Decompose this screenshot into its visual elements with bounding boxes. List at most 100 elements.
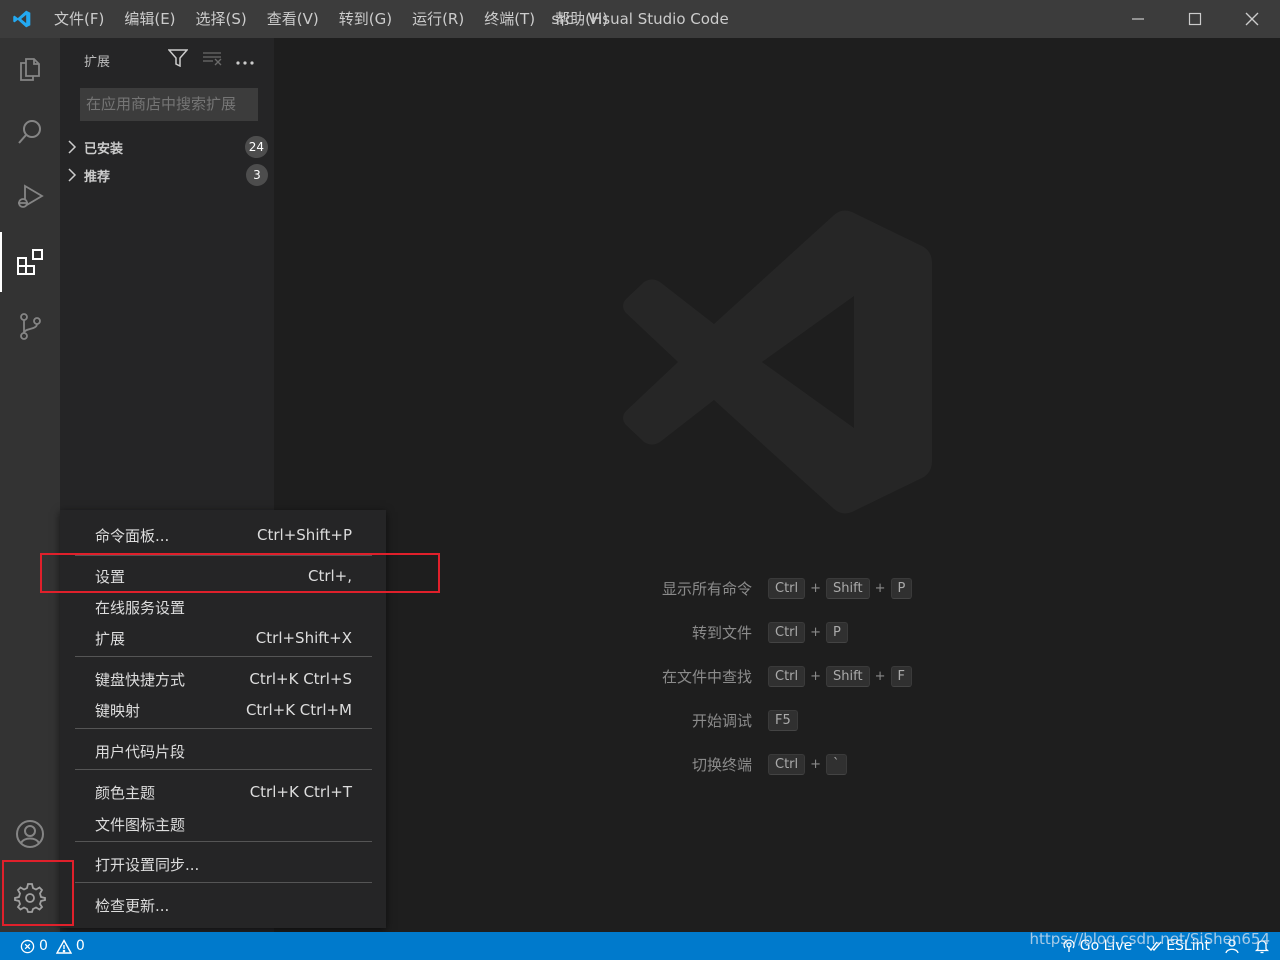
key-cap: Ctrl [768,665,806,687]
go-live-button[interactable]: Go Live [1062,938,1132,954]
gear-highlight-box [2,860,74,926]
menu-run[interactable]: 运行(R) [402,0,474,38]
menu-item-color-theme[interactable]: 颜色主题 Ctrl+K Ctrl+T [60,777,386,807]
eslint-button[interactable]: ESLint [1146,938,1210,954]
minimize-icon [1131,18,1144,20]
run-debug-button[interactable] [0,166,60,226]
extensions-icon [17,249,43,275]
extensions-button[interactable] [0,232,60,292]
shortcut-keys: F5 [768,709,798,731]
menu-item-check-updates[interactable]: 检查更新... [60,890,386,920]
status-bar: 0 0 Go Live ESLint [0,932,1280,960]
menu-item-label: 在线服务设置 [95,598,186,617]
menu-item-label: 键盘快捷方式 [95,670,186,689]
menu-item-command-palette[interactable]: 命令面板... Ctrl+Shift+P [60,520,386,550]
feedback-button[interactable] [1224,938,1240,954]
section-installed-label: 已安装 [84,141,124,157]
key-cap: Ctrl [768,621,806,643]
search-icon [18,120,41,144]
extensions-search-input[interactable] [80,88,258,121]
shortcut-label: 开始调试 [691,711,752,730]
menu-item-label: 扩展 [95,629,126,648]
menu-item-shortcut: Ctrl+Shift+P [257,526,352,544]
section-recommended[interactable]: 推荐 3 [60,161,274,189]
menu-go[interactable]: 转到(G) [329,0,402,38]
menu-item-label: 打开设置同步... [95,855,200,874]
sidebar-actions [167,38,254,82]
run-debug-icon [18,184,44,208]
source-control-button[interactable] [0,296,60,356]
more-actions-button[interactable] [236,51,254,70]
menu-item-label: 键映射 [95,701,141,720]
problems-indicator[interactable]: 0 0 [0,938,85,954]
key-cap: Ctrl [768,577,806,599]
section-installed[interactable]: 已安装 24 [60,133,274,161]
menu-help[interactable]: 帮助(H) [545,0,618,38]
menu-separator [75,656,372,657]
shortcut-row-toggle-terminal: 切换终端 Ctrl + ` [274,751,1280,777]
ellipsis-icon [236,60,254,65]
clear-all-icon [203,52,222,66]
sidebar-header: 扩展 [60,38,274,82]
maximize-icon [1188,12,1201,26]
menu-item-keyboard-shortcuts[interactable]: 键盘快捷方式 Ctrl+K Ctrl+S [60,664,386,694]
warning-count: 0 [75,938,85,954]
shortcut-row-find-in-files: 在文件中查找 Ctrl + Shift + F [274,663,1280,689]
menu-separator [75,769,372,770]
shortcut-keys: Ctrl + Shift + F [768,665,912,687]
menu-item-online-services-settings[interactable]: 在线服务设置 [60,592,386,622]
menu-item-extensions[interactable]: 扩展 Ctrl+Shift+X [60,623,386,653]
menu-item-label: 检查更新... [95,896,170,915]
vscode-logo-icon [0,0,44,38]
minimize-button[interactable] [1109,0,1166,38]
search-button[interactable] [0,102,60,162]
shortcut-row-goto-file: 转到文件 Ctrl + P [274,619,1280,645]
settings-highlight-box [40,553,440,593]
menu-edit[interactable]: 编辑(E) [114,0,185,38]
key-cap: P [826,621,848,643]
shortcut-label: 在文件中查找 [661,667,752,686]
menu-selection[interactable]: 选择(S) [186,0,257,38]
clear-results-button[interactable] [202,50,222,70]
menu-item-user-snippets[interactable]: 用户代码片段 [60,736,386,766]
menu-separator [75,728,372,729]
maximize-button[interactable] [1166,0,1223,38]
menu-terminal[interactable]: 终端(T) [474,0,545,38]
shortcut-label: 切换终端 [691,755,752,774]
sidebar-title: 扩展 [84,54,111,70]
menu-view[interactable]: 查看(V) [257,0,329,38]
filter-button[interactable] [167,49,189,71]
menu-file[interactable]: 文件(F) [44,0,114,38]
menu-item-keymaps[interactable]: 键映射 Ctrl+K Ctrl+M [60,695,386,725]
account-icon [16,820,44,848]
filter-icon [167,49,189,68]
person-icon [1225,939,1239,954]
menu-item-label: 命令面板... [95,526,170,545]
check-double-icon [1146,941,1162,952]
menu-item-label: 文件图标主题 [95,815,186,834]
accounts-button[interactable] [0,804,60,864]
notifications-button[interactable] [1254,938,1270,954]
menu-item-file-icon-theme[interactable]: 文件图标主题 [60,809,386,839]
window-controls [1109,0,1280,38]
bell-icon [1254,940,1270,954]
key-cap: Shift [826,665,870,687]
key-cap: P [890,577,913,599]
menu-separator [75,841,372,842]
shortcut-label: 转到文件 [691,623,752,642]
key-cap: F5 [768,709,798,731]
recommended-count-badge: 3 [246,164,268,186]
key-cap: F [890,665,912,687]
close-button[interactable] [1223,0,1280,38]
close-icon [1245,12,1258,26]
chevron-right-icon [60,168,84,182]
title-bar: 文件(F) 编辑(E) 选择(S) 查看(V) 转到(G) 运行(R) 终端(T… [0,0,1280,38]
menu-item-label: 颜色主题 [95,783,156,802]
menu-item-settings-sync[interactable]: 打开设置同步... [60,849,386,879]
shortcut-keys: Ctrl + P [768,621,848,643]
error-count: 0 [39,938,48,954]
key-cap: Ctrl [768,753,806,775]
source-control-icon [20,313,41,340]
menu-item-label: 用户代码片段 [95,742,186,761]
explorer-button[interactable] [0,38,60,98]
